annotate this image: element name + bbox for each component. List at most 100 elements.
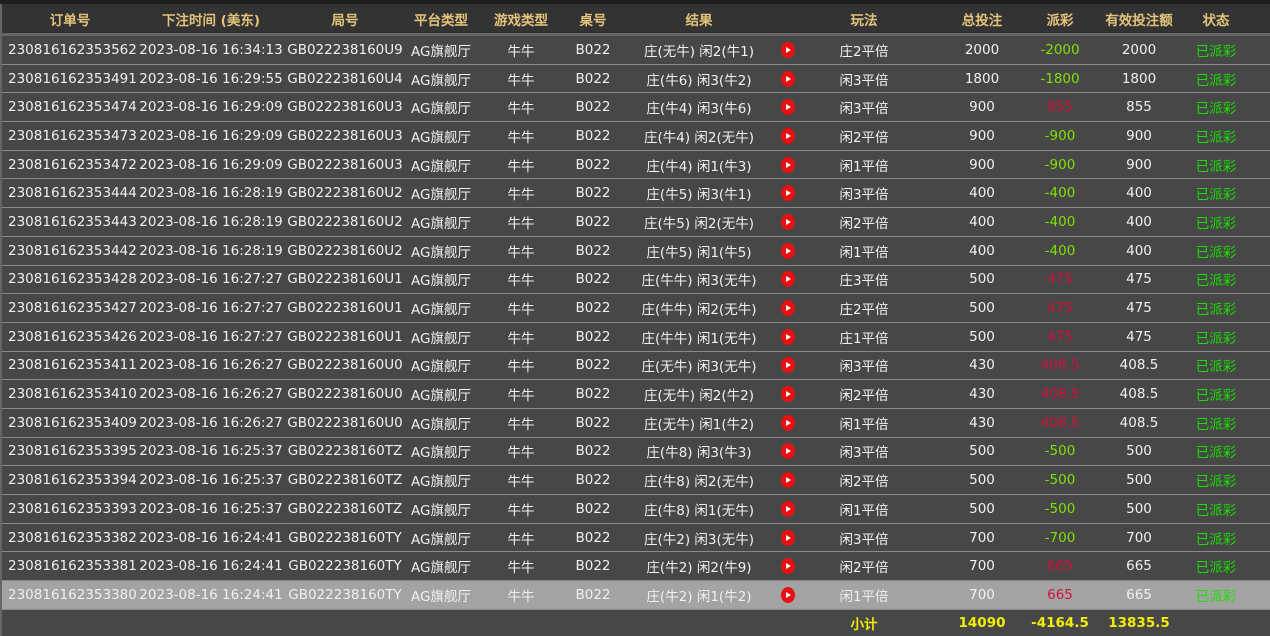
cell-table-no: B022 — [575, 500, 611, 517]
header-order-no[interactable]: 订单号 — [50, 9, 91, 29]
cell-payout: -1800 — [1040, 70, 1080, 87]
cell-order-no: 230816162353410 — [8, 386, 137, 403]
cell-bet-time: 2023-08-16 16:25:37 — [139, 443, 283, 460]
play-replay-icon[interactable] — [781, 443, 795, 460]
table-row[interactable]: 230816162353426 2023-08-16 16:27:27 GB0222… — [2, 322, 1270, 352]
table-row[interactable]: 230816162353443 2023-08-16 16:28:19 GB0222… — [2, 208, 1270, 237]
cell-valid-bet: 400 — [1126, 185, 1152, 202]
table-row[interactable]: 230816162353411 2023-08-16 16:26:27 GB0222… — [2, 351, 1270, 381]
play-replay-icon[interactable] — [781, 70, 795, 87]
play-replay-icon[interactable] — [781, 271, 795, 288]
play-replay-icon[interactable] — [781, 185, 795, 202]
table-row[interactable]: 230816162353442 2023-08-16 16:28:19 GB0222… — [2, 236, 1270, 266]
play-replay-icon[interactable] — [781, 156, 795, 173]
play-replay-icon[interactable] — [781, 127, 795, 144]
table-row[interactable]: 230816162353395 2023-08-16 16:25:37 GB0222… — [2, 437, 1270, 467]
cell-status: 已派彩 — [1195, 215, 1237, 232]
table-row[interactable]: 230816162353410 2023-08-16 16:26:27 GB0222… — [2, 380, 1270, 409]
cell-payout: 665 — [1047, 558, 1073, 575]
table-row[interactable]: 230816162353382 2023-08-16 16:24:41 GB0222… — [2, 523, 1270, 553]
cell-game-type: 牛牛 — [507, 588, 535, 605]
header-round-no[interactable]: 局号 — [332, 9, 359, 29]
table-row[interactable]: 230816162353428 2023-08-16 16:27:27 GB0222… — [2, 265, 1270, 295]
play-replay-icon[interactable] — [781, 242, 795, 259]
header-valid-bet[interactable]: 有效投注额 — [1105, 9, 1173, 29]
header-total-bet[interactable]: 总投注 — [962, 9, 1003, 29]
cell-payout: -400 — [1044, 242, 1076, 259]
play-replay-icon[interactable] — [781, 41, 795, 58]
header-table-no[interactable]: 桌号 — [580, 9, 607, 29]
cell-total-bet: 900 — [969, 127, 995, 144]
table-row[interactable]: 230816162353381 2023-08-16 16:24:41 GB0222… — [2, 552, 1270, 582]
table-row[interactable]: 230816162353474 2023-08-16 16:29:09 GB0222… — [2, 93, 1270, 123]
table-row[interactable]: 230816162353409 2023-08-16 16:26:27 GB0222… — [2, 408, 1270, 438]
header-payout[interactable]: 派彩 — [1047, 9, 1074, 29]
cell-result: 庄(牛5) 闲1(牛5) — [646, 244, 752, 261]
play-replay-icon[interactable] — [781, 328, 795, 345]
play-replay-icon[interactable] — [781, 357, 795, 374]
table-row[interactable]: 230816162353393 2023-08-16 16:25:37 GB0222… — [2, 495, 1270, 524]
cell-bet-time: 2023-08-16 16:27:27 — [139, 328, 283, 345]
cell-total-bet: 700 — [969, 558, 995, 575]
cell-bet-time: 2023-08-16 16:25:37 — [139, 500, 283, 517]
table-row[interactable]: 230816162353491 2023-08-16 16:29:55 GB0222… — [2, 64, 1270, 94]
play-replay-icon[interactable] — [781, 500, 795, 517]
table-row[interactable]: 230816162353562 2023-08-16 16:34:13 GB0222… — [2, 36, 1270, 65]
table-row[interactable]: 230816162353473 2023-08-16 16:29:09 GB0222… — [2, 122, 1270, 151]
header-bet-time[interactable]: 下注时间 (美东) — [162, 9, 260, 29]
cell-table-no: B022 — [575, 414, 611, 431]
cell-round-no: GB022238160TZ — [287, 500, 403, 517]
play-replay-icon[interactable] — [781, 529, 795, 546]
cell-platform: AG旗舰厅 — [411, 302, 471, 319]
cell-table-no: B022 — [575, 328, 611, 345]
cell-order-no: 230816162353380 — [8, 586, 137, 603]
cell-bet-time: 2023-08-16 16:24:41 — [139, 586, 283, 603]
cell-order-no: 230816162353473 — [8, 127, 137, 144]
cell-valid-bet: 500 — [1126, 472, 1152, 489]
cell-game-type: 牛牛 — [507, 101, 535, 118]
cell-bet-type: 闲3平倍 — [839, 187, 889, 204]
cell-platform: AG旗舰厅 — [411, 129, 471, 146]
cell-result: 庄(牛8) 闲3(牛3) — [646, 445, 752, 462]
cell-table-no: B022 — [575, 41, 611, 58]
cell-round-no: GB022238160U0 — [287, 414, 403, 431]
play-replay-icon[interactable] — [781, 99, 795, 116]
cell-total-bet: 1800 — [964, 70, 1000, 87]
play-replay-icon[interactable] — [781, 213, 795, 230]
table-row[interactable]: 230816162353427 2023-08-16 16:27:27 GB0222… — [2, 294, 1270, 323]
header-platform[interactable]: 平台类型 — [414, 9, 468, 29]
play-replay-icon[interactable] — [781, 586, 795, 603]
play-replay-icon[interactable] — [781, 558, 795, 575]
table-row[interactable]: 230816162353394 2023-08-16 16:25:37 GB0222… — [2, 466, 1270, 495]
cell-platform: AG旗舰厅 — [411, 72, 471, 89]
cell-total-bet: 430 — [969, 414, 995, 431]
cell-total-bet: 400 — [969, 242, 995, 259]
header-bet-type[interactable]: 玩法 — [851, 9, 878, 29]
play-replay-icon[interactable] — [781, 414, 795, 431]
header-status[interactable]: 状态 — [1203, 9, 1230, 29]
cell-bet-type: 庄2平倍 — [839, 43, 889, 60]
cell-payout: 475 — [1047, 300, 1073, 317]
header-result[interactable]: 结果 — [686, 9, 713, 29]
cell-round-no: GB022238160TY — [288, 529, 402, 546]
cell-bet-time: 2023-08-16 16:29:09 — [139, 156, 283, 173]
cell-total-bet: 500 — [969, 300, 995, 317]
table-row[interactable]: 230816162353380 2023-08-16 16:24:41 GB0222… — [2, 581, 1270, 610]
table-row[interactable]: 230816162353472 2023-08-16 16:29:09 GB0222… — [2, 150, 1270, 180]
cell-round-no: GB022238160U1 — [287, 300, 403, 317]
cell-round-no: GB022238160TZ — [287, 472, 403, 489]
cell-total-bet: 900 — [969, 99, 995, 116]
play-replay-icon[interactable] — [781, 300, 795, 317]
table-row[interactable]: 230816162353444 2023-08-16 16:28:19 GB0222… — [2, 179, 1270, 209]
cell-result: 庄(牛2) 闲1(牛2) — [646, 588, 752, 605]
play-replay-icon[interactable] — [781, 472, 795, 489]
cell-game-type: 牛牛 — [507, 560, 535, 577]
cell-status: 已派彩 — [1195, 531, 1237, 548]
header-game-type[interactable]: 游戏类型 — [494, 9, 548, 29]
cell-valid-bet: 475 — [1126, 300, 1152, 317]
cell-total-bet: 500 — [969, 443, 995, 460]
cell-bet-time: 2023-08-16 16:29:55 — [139, 70, 283, 87]
cell-result: 庄(牛4) 闲1(牛3) — [646, 158, 752, 175]
cell-payout: -400 — [1044, 185, 1076, 202]
play-replay-icon[interactable] — [781, 386, 795, 403]
